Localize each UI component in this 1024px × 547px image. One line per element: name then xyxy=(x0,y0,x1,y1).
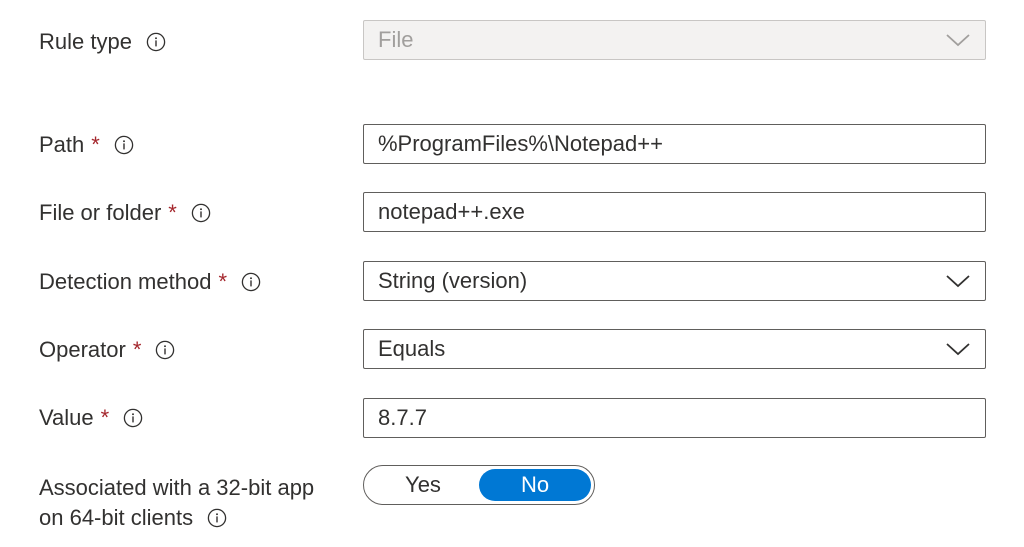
toggle-option-yes[interactable]: Yes xyxy=(367,469,479,501)
info-icon[interactable] xyxy=(207,508,227,528)
path-label-group: Path * xyxy=(39,131,134,159)
toggle-option-no[interactable]: No xyxy=(479,469,591,501)
rule-type-label: Rule type xyxy=(39,29,132,54)
required-mark: * xyxy=(100,405,110,430)
associated-32bit-label-group: Associated with a 32-bit app on 64-bit c… xyxy=(39,473,314,533)
detection-rule-form: Rule type File Path * File or folder * D… xyxy=(0,0,1024,547)
info-icon[interactable] xyxy=(155,340,175,360)
detection-method-label: Detection method xyxy=(39,269,212,294)
required-mark: * xyxy=(132,337,142,362)
required-mark: * xyxy=(218,269,227,294)
path-input[interactable] xyxy=(378,126,938,162)
associated-32bit-toggle[interactable]: Yes No xyxy=(363,465,595,505)
file-or-folder-label-group: File or folder * xyxy=(39,199,211,227)
detection-method-value: String (version) xyxy=(378,268,528,293)
info-icon[interactable] xyxy=(191,203,211,223)
chevron-down-icon xyxy=(946,343,970,356)
operator-value: Equals xyxy=(378,336,446,361)
operator-label: Operator xyxy=(39,337,126,362)
required-mark: * xyxy=(168,200,177,225)
required-mark: * xyxy=(91,132,100,157)
operator-label-group: Operator * xyxy=(39,336,175,364)
rule-type-label-group: Rule type xyxy=(39,28,166,56)
associated-32bit-label-line1: Associated with a 32-bit app xyxy=(39,475,315,500)
operator-dropdown[interactable]: Equals xyxy=(363,329,986,369)
associated-32bit-label-line2: on 64-bit clients xyxy=(39,505,194,530)
path-label: Path xyxy=(39,132,85,157)
value-label: Value xyxy=(39,405,94,430)
chevron-down-icon xyxy=(946,34,970,47)
chevron-down-icon xyxy=(946,275,970,288)
file-or-folder-label: File or folder xyxy=(39,200,162,225)
info-icon[interactable] xyxy=(241,272,261,292)
value-field[interactable] xyxy=(363,398,986,438)
path-field[interactable] xyxy=(363,124,986,164)
detection-method-label-group: Detection method * xyxy=(39,268,261,296)
value-input[interactable] xyxy=(378,400,938,436)
rule-type-dropdown[interactable]: File xyxy=(363,20,986,60)
detection-method-dropdown[interactable]: String (version) xyxy=(363,261,986,301)
info-icon[interactable] xyxy=(123,408,143,428)
info-icon[interactable] xyxy=(114,135,134,155)
value-label-group: Value * xyxy=(39,404,143,432)
associated-32bit-label-line2-group: on 64-bit clients xyxy=(39,503,314,533)
file-or-folder-field[interactable] xyxy=(363,192,986,232)
info-icon[interactable] xyxy=(146,32,166,52)
file-or-folder-input[interactable] xyxy=(378,194,938,230)
rule-type-value: File xyxy=(378,27,414,52)
